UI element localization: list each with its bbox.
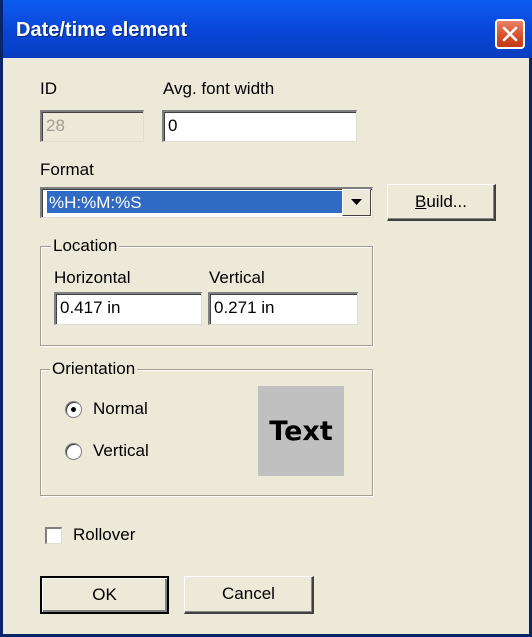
horizontal-label: Horizontal [54,268,131,287]
window-title: Date/time element [16,19,188,41]
chevron-down-icon [351,199,362,205]
rollover-label[interactable]: Rollover [73,525,135,545]
title-bar[interactable]: Date/time element [3,0,532,58]
radio-selected-dot [71,407,76,412]
vertical-radio-label[interactable]: Vertical [93,441,149,461]
horizontal-field[interactable]: 0.417 in [54,292,202,325]
format-value[interactable]: %H:%M:%S [47,191,343,213]
build-button-accel: B [415,192,427,211]
id-field: 28 [40,110,144,142]
build-button[interactable]: Build... [387,184,496,221]
orientation-caption: Orientation [50,359,138,379]
normal-radio-label[interactable]: Normal [93,399,148,419]
location-caption: Location [51,236,120,256]
dialog-window: Date/time element ID 28 Avg. font width … [0,0,532,637]
rollover-checkbox[interactable] [45,527,62,544]
normal-radio[interactable] [65,401,82,418]
font-width-field[interactable]: 0 [162,110,357,142]
cancel-button[interactable]: Cancel [184,576,314,614]
font-width-label: Avg. font width [163,79,275,98]
close-button[interactable] [495,19,525,49]
format-dropdown-button[interactable] [342,189,371,216]
format-label: Format [40,160,94,179]
vertical-field[interactable]: 0.271 in [208,292,358,325]
close-icon [502,26,518,42]
build-button-label: uild... [426,192,467,211]
id-label: ID [40,79,57,98]
ok-button[interactable]: OK [40,576,169,614]
orientation-preview: Text [258,386,344,476]
vertical-label: Vertical [209,268,265,287]
vertical-radio[interactable] [65,443,82,460]
